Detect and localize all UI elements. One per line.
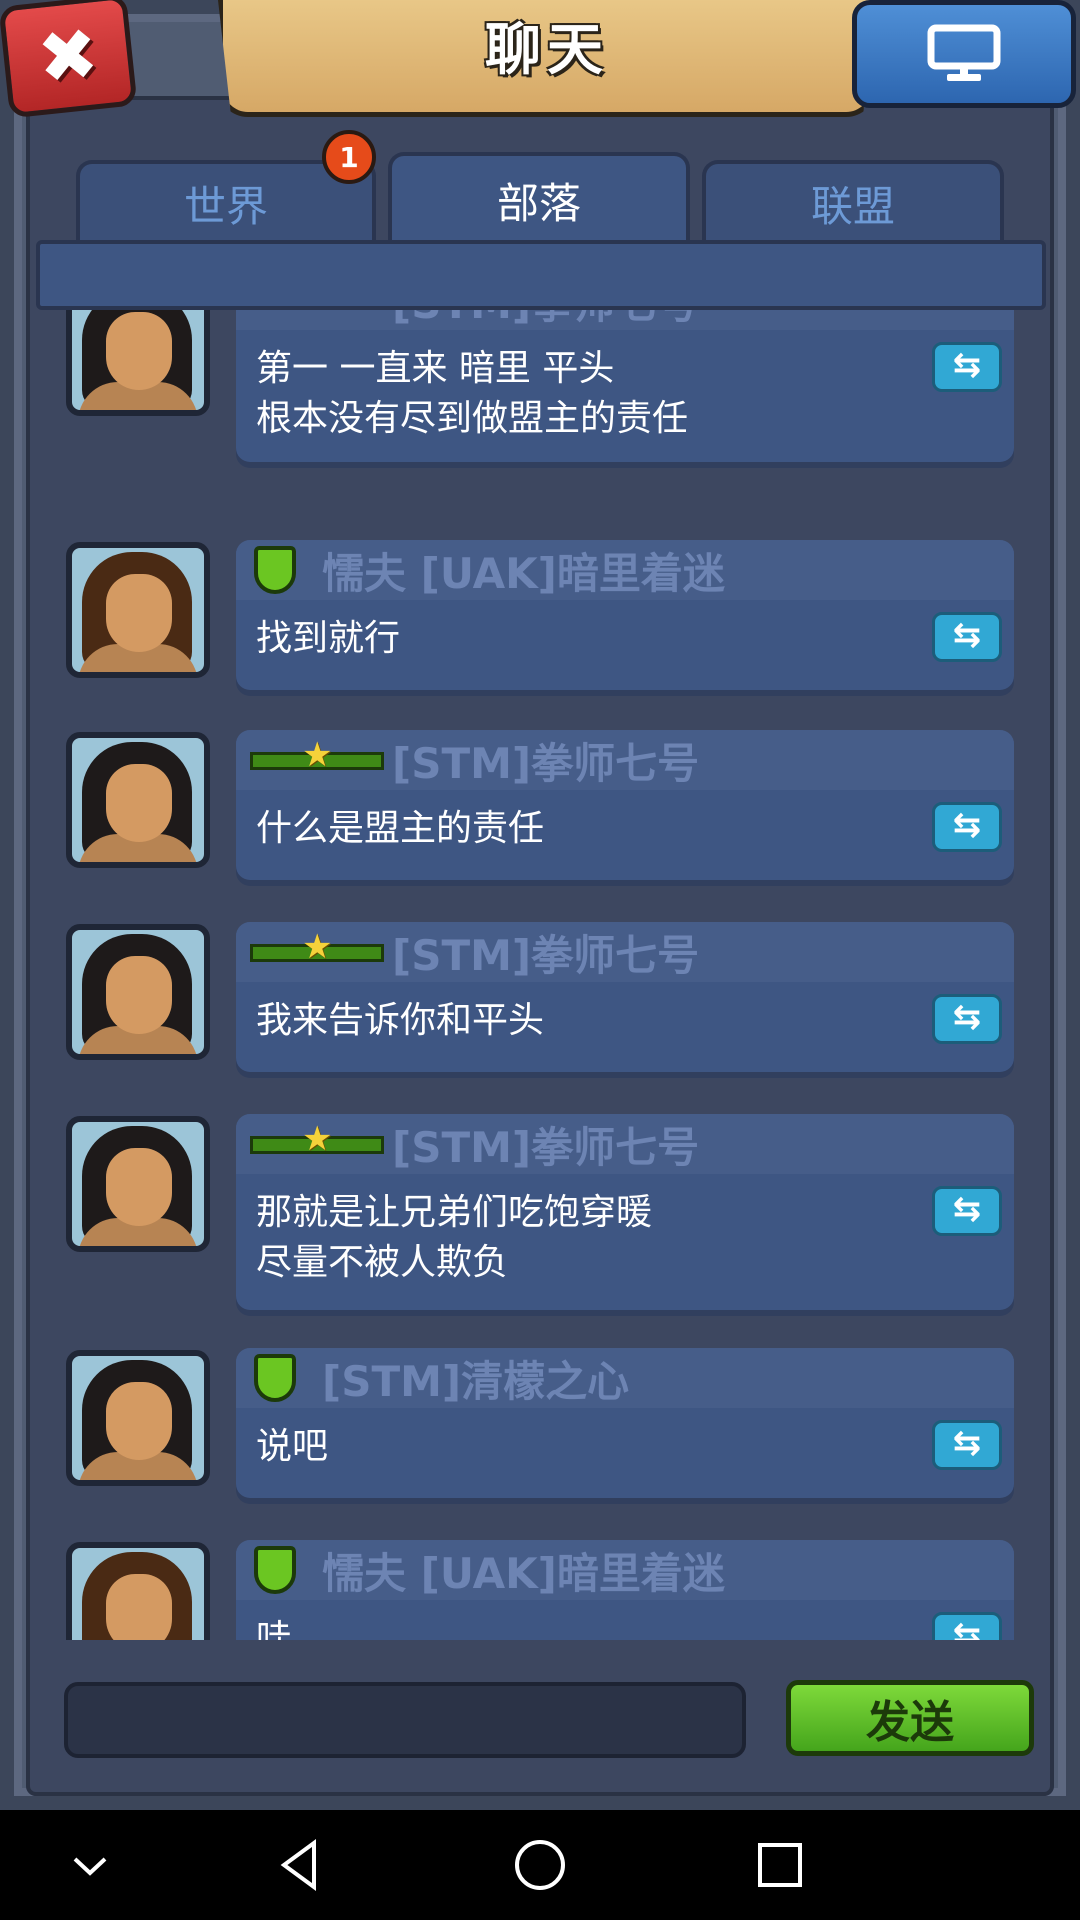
sender-name[interactable]: 懦夫 [UAK]暗里着迷 bbox=[322, 1540, 725, 1601]
reply-button[interactable]: ⇆ bbox=[932, 612, 1002, 662]
message-bubble: ★ [STM]拳师七号 第一 一直来 暗里 平头 根本没有尽到做盟主的责任 ⇆ bbox=[236, 310, 1014, 462]
sender-name[interactable]: [STM]拳师七号 bbox=[392, 922, 699, 983]
reply-button[interactable]: ⇆ bbox=[932, 802, 1002, 852]
message-text: 找到就行 bbox=[256, 618, 401, 659]
message-text: 第一 一直来 暗里 平头 bbox=[256, 348, 615, 389]
rank-star-icon: ★ bbox=[250, 1122, 384, 1164]
rank-star-icon: ★ bbox=[250, 310, 384, 320]
shield-icon bbox=[250, 1542, 300, 1598]
avatar[interactable] bbox=[66, 310, 210, 416]
sender-name[interactable]: [STM]拳师七号 bbox=[392, 730, 699, 791]
tab-label: 联盟 bbox=[810, 181, 895, 231]
close-button[interactable]: ✖ bbox=[0, 0, 138, 119]
chevron-down-icon[interactable] bbox=[50, 1830, 130, 1900]
close-icon: ✖ bbox=[33, 11, 103, 101]
tab-tribe[interactable]: 部落 bbox=[388, 152, 690, 244]
shield-icon bbox=[250, 1350, 300, 1406]
message-text: 根本没有尽到做盟主的责任 bbox=[256, 398, 689, 439]
sender-name[interactable]: [STM]清檬之心 bbox=[322, 1348, 629, 1409]
recents-icon[interactable] bbox=[740, 1830, 820, 1900]
rank-star-icon: ★ bbox=[250, 930, 384, 972]
message-input-field[interactable] bbox=[68, 1686, 742, 1754]
home-icon[interactable] bbox=[500, 1830, 580, 1900]
avatar[interactable] bbox=[66, 1350, 210, 1486]
avatar[interactable] bbox=[66, 542, 210, 678]
avatar[interactable] bbox=[66, 1542, 210, 1640]
monitor-icon bbox=[927, 24, 1001, 81]
notification-badge: 1 bbox=[322, 130, 376, 184]
title-banner: 聊天 bbox=[218, 0, 876, 117]
message-bubble: 懦夫 [UAK]暗里着迷 哇 ⇆ bbox=[236, 1540, 1014, 1640]
message-bubble: ★ [STM]拳师七号 那就是让兄弟们吃饱穿暖 尽量不被人欺负 ⇆ bbox=[236, 1114, 1014, 1310]
avatar[interactable] bbox=[66, 732, 210, 868]
sender-name[interactable]: 懦夫 [UAK]暗里着迷 bbox=[322, 540, 725, 601]
reply-button[interactable]: ⇆ bbox=[932, 1420, 1002, 1470]
message-text: 那就是让兄弟们吃饱穿暖 bbox=[256, 1192, 653, 1233]
back-icon[interactable] bbox=[260, 1830, 340, 1900]
chat-list[interactable]: ★ [STM]拳师七号 第一 一直来 暗里 平头 根本没有尽到做盟主的责任 ⇆ … bbox=[46, 310, 1034, 1640]
message-text: 说吧 bbox=[256, 1426, 329, 1467]
screen-button[interactable] bbox=[852, 0, 1076, 108]
message-text: 我来告诉你和平头 bbox=[256, 1000, 545, 1041]
send-button[interactable]: 发送 bbox=[786, 1680, 1034, 1756]
message-text: 什么是盟主的责任 bbox=[256, 808, 545, 849]
send-label: 发送 bbox=[866, 1697, 954, 1748]
message-bubble: 懦夫 [UAK]暗里着迷 找到就行 ⇆ bbox=[236, 540, 1014, 690]
avatar[interactable] bbox=[66, 1116, 210, 1252]
reply-button[interactable]: ⇆ bbox=[932, 1186, 1002, 1236]
message-input[interactable] bbox=[64, 1682, 746, 1758]
reply-button[interactable]: ⇆ bbox=[932, 1612, 1002, 1640]
tab-alliance[interactable]: 联盟 bbox=[702, 160, 1004, 242]
shield-icon bbox=[250, 542, 300, 598]
message-text: 尽量不被人欺负 bbox=[256, 1242, 509, 1283]
tab-content-bar bbox=[36, 240, 1046, 310]
system-nav-bar bbox=[0, 1810, 1080, 1920]
message-bubble: ★ [STM]拳师七号 什么是盟主的责任 ⇆ bbox=[236, 730, 1014, 880]
rank-star-icon: ★ bbox=[250, 738, 384, 780]
avatar[interactable] bbox=[66, 924, 210, 1060]
message-text: 哇 bbox=[256, 1618, 293, 1640]
sender-name[interactable]: [STM]拳师七号 bbox=[392, 1114, 699, 1175]
sender-name[interactable]: [STM]拳师七号 bbox=[392, 310, 699, 331]
tab-label: 部落 bbox=[496, 178, 581, 228]
tab-label: 世界 bbox=[183, 181, 268, 231]
message-bubble: [STM]清檬之心 说吧 ⇆ bbox=[236, 1348, 1014, 1498]
page-title: 聊天 bbox=[485, 17, 609, 83]
reply-button[interactable]: ⇆ bbox=[932, 342, 1002, 392]
reply-button[interactable]: ⇆ bbox=[932, 994, 1002, 1044]
message-bubble: ★ [STM]拳师七号 我来告诉你和平头 ⇆ bbox=[236, 922, 1014, 1072]
